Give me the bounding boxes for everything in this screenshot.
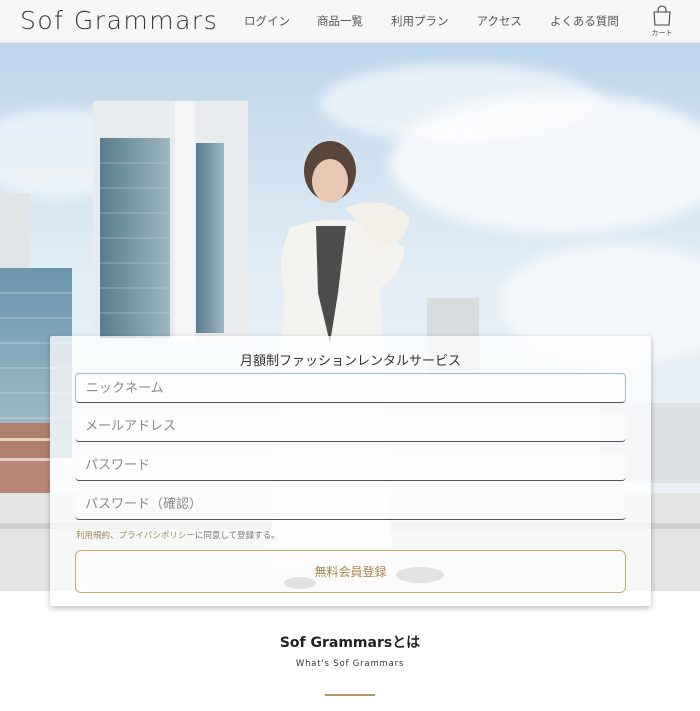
- cart-button[interactable]: カート: [648, 5, 676, 38]
- site-logo[interactable]: Sof Grammars: [20, 6, 218, 35]
- about-subtitle: What's Sof Grammars: [295, 659, 405, 669]
- terms-agreement-text: に同意して登録する。: [194, 531, 280, 541]
- main-nav: ログイン 商品一覧 利用プラン アクセス よくある質問: [244, 13, 647, 29]
- terms-link[interactable]: 利用規約: [76, 531, 110, 541]
- section-divider: [325, 694, 375, 696]
- cart-label: カート: [651, 29, 673, 37]
- nav-faq[interactable]: よくある質問: [550, 13, 619, 29]
- password-confirm-input[interactable]: [75, 490, 626, 520]
- password-input[interactable]: [75, 451, 626, 481]
- nav-login[interactable]: ログイン: [244, 13, 290, 29]
- signup-card: 月額制ファッションレンタルサービス 利用規約、プライバシポリシーに同意して登録す…: [50, 336, 651, 606]
- shopping-bag-icon: [653, 5, 671, 26]
- nav-products[interactable]: 商品一覧: [317, 13, 363, 29]
- email-input[interactable]: [75, 412, 626, 442]
- privacy-policy-link[interactable]: プライバシポリシー: [119, 531, 195, 541]
- terms-note: 利用規約、プライバシポリシーに同意して登録する。: [76, 529, 280, 541]
- signup-title: 月額制ファッションレンタルサービス: [239, 354, 461, 369]
- nickname-input[interactable]: [75, 373, 626, 403]
- nav-access[interactable]: アクセス: [477, 13, 522, 29]
- terms-separator: 、: [110, 531, 119, 541]
- free-signup-button[interactable]: 無料会員登録: [75, 550, 626, 593]
- about-title: Sof Grammarsとは: [279, 635, 421, 651]
- nav-plans[interactable]: 利用プラン: [391, 13, 449, 29]
- site-header: Sof Grammars ログイン 商品一覧 利用プラン アクセス よくある質問…: [0, 0, 700, 43]
